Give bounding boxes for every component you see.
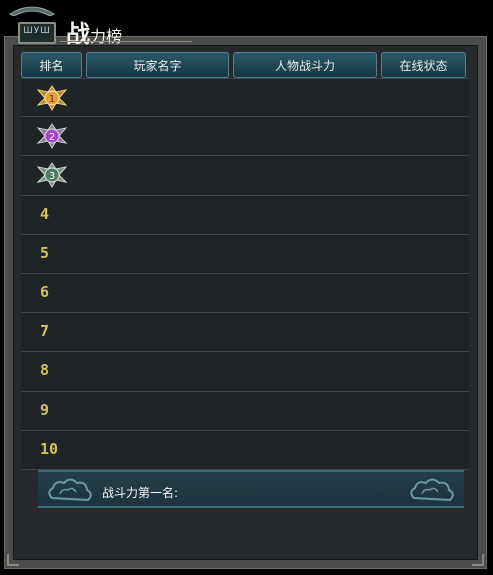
gold-medal-icon: 1 [36, 85, 68, 111]
table-row[interactable]: 1 [21, 78, 469, 118]
page-title: 战力榜 [66, 14, 122, 49]
table-header: 排名 玩家名字 人物战斗力 在线状态 [21, 52, 470, 78]
column-header-player-name[interactable]: 玩家名字 [86, 52, 229, 78]
corner-ornament-icon [472, 554, 484, 566]
cloud-ornament-icon [48, 478, 92, 502]
top-player-footer: 战斗力第一名: [38, 470, 464, 508]
cloud-ornament-icon [410, 478, 454, 502]
column-header-power[interactable]: 人物战斗力 [233, 52, 377, 78]
title-underline [60, 41, 192, 42]
title-emblem: ШУШ [8, 2, 56, 48]
table-row[interactable]: 6 [21, 273, 469, 314]
rank-number: 4 [40, 204, 50, 223]
table-row[interactable]: 4 [21, 195, 469, 235]
rank-label: 2 [49, 132, 55, 143]
table-row[interactable]: 8 [21, 352, 469, 392]
table-row[interactable]: 2 [21, 117, 469, 157]
table-row[interactable]: 5 [21, 234, 469, 274]
ranking-table: 1 2 3 4 5 6 7 8 9 10 [21, 78, 469, 470]
top-player-label: 战斗力第一名: [102, 486, 179, 500]
rank-label: 1 [49, 94, 55, 105]
silver-medal-icon: 3 [36, 162, 68, 189]
corner-ornament-icon [7, 554, 19, 566]
purple-medal-icon: 2 [36, 123, 68, 150]
table-row[interactable]: 3 [21, 156, 469, 196]
table-row[interactable]: 10 [21, 430, 469, 470]
column-header-rank[interactable]: 排名 [21, 52, 82, 78]
title-main: 战 [66, 20, 90, 48]
column-header-online-status[interactable]: 在线状态 [381, 52, 466, 78]
table-row[interactable]: 9 [21, 391, 469, 431]
title-sub: 力榜 [90, 27, 123, 46]
rank-number: 6 [40, 282, 50, 301]
rank-number: 8 [40, 361, 50, 380]
emblem-sign: ШУШ [18, 22, 56, 44]
pavilion-roof-icon [8, 6, 56, 16]
rank-number: 5 [40, 243, 50, 262]
rank-number: 9 [40, 400, 50, 419]
rank-label: 3 [49, 171, 55, 182]
rank-number: 10 [40, 439, 59, 458]
rank-number: 7 [40, 322, 50, 341]
table-row[interactable]: 7 [21, 313, 469, 353]
